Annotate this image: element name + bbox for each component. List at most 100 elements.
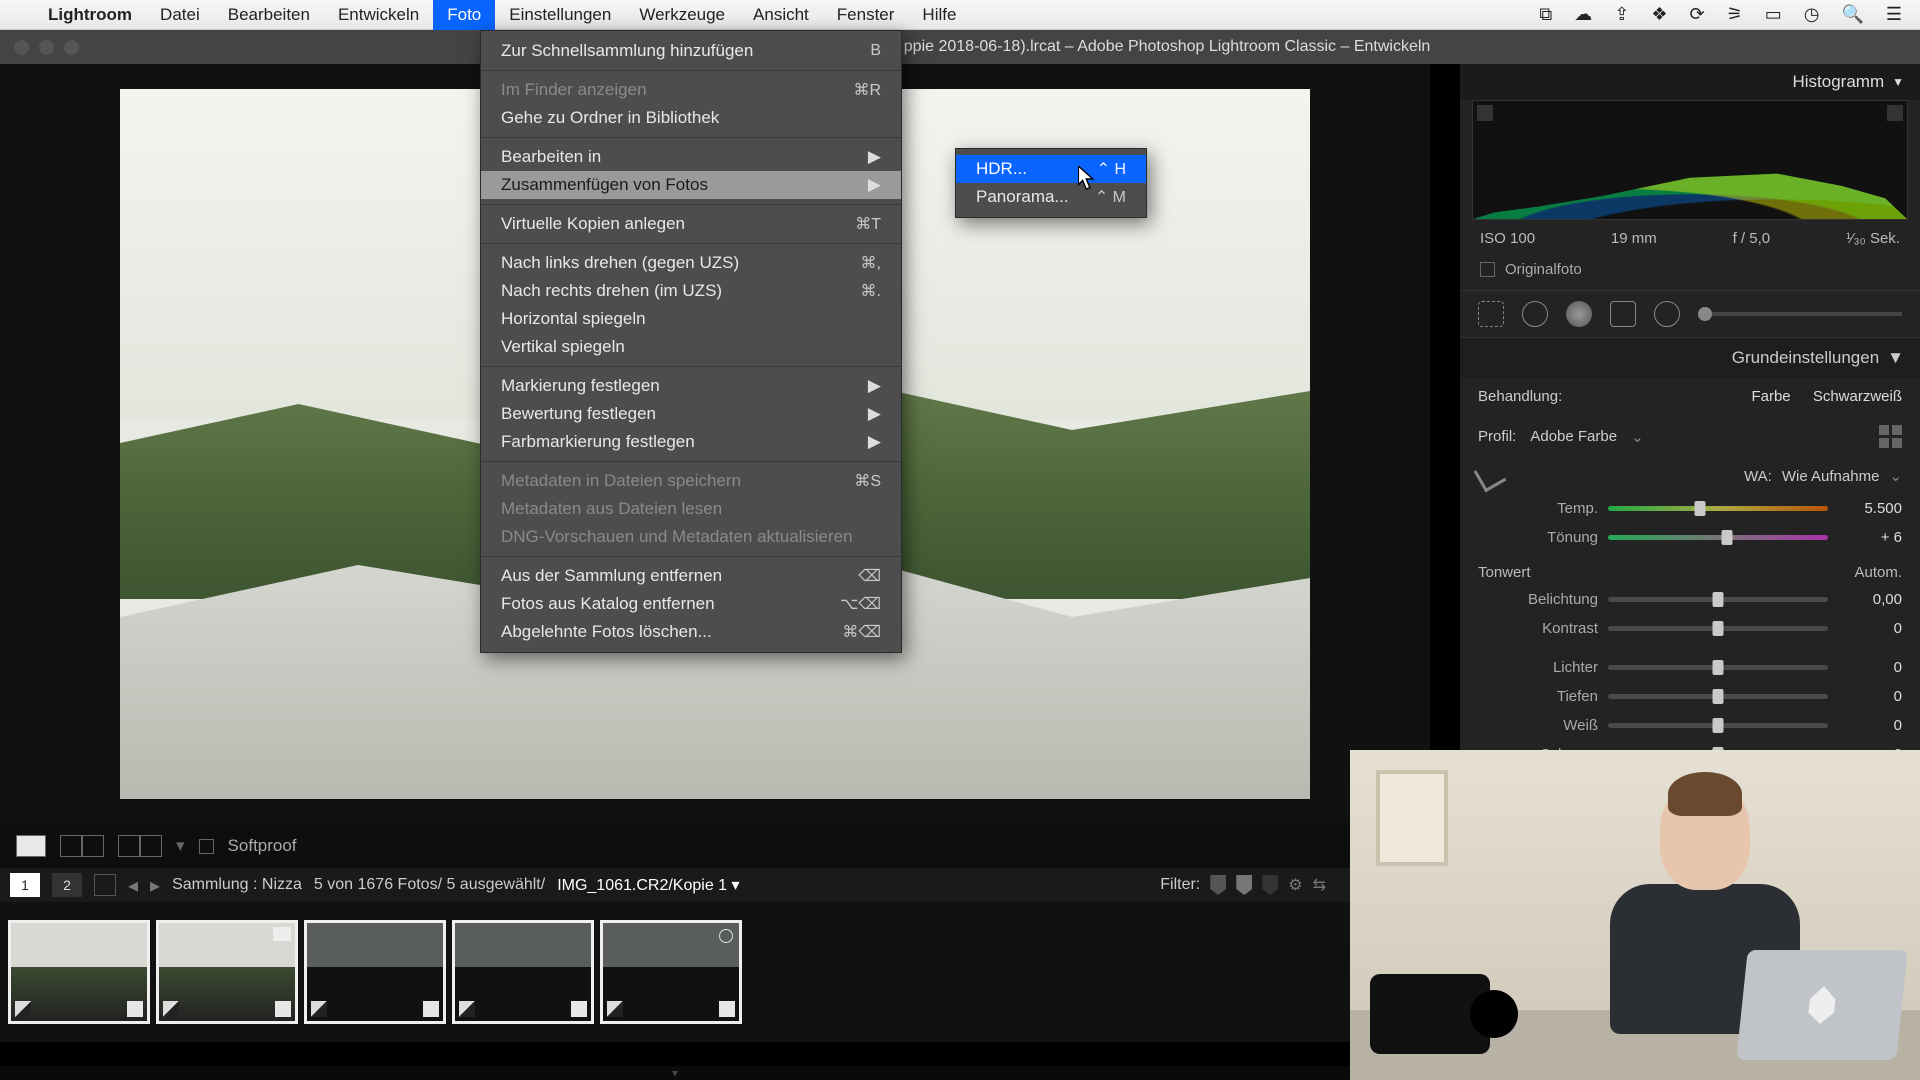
filmstrip-thumb[interactable]	[452, 920, 594, 1024]
highlight-clipping-icon[interactable]	[1887, 105, 1903, 121]
nav-fwd-button[interactable]: ▸	[150, 873, 160, 898]
filter-lock-icon[interactable]: ⇆	[1313, 875, 1326, 895]
softproof-checkbox[interactable]	[199, 839, 214, 854]
filmstrip-thumb[interactable]	[156, 920, 298, 1024]
shadow-clipping-icon[interactable]	[1477, 105, 1493, 121]
clock-icon[interactable]: ◷	[1804, 4, 1820, 25]
profile-label: Profil:	[1478, 428, 1516, 445]
flag-pick-filter[interactable]	[1210, 875, 1226, 895]
menu-item[interactable]: Nach rechts drehen (im UZS)⌘.	[481, 277, 901, 305]
filmstrip-thumb[interactable]	[8, 920, 150, 1024]
minimize-window-button[interactable]	[39, 40, 54, 55]
radial-tool-icon[interactable]	[1654, 301, 1680, 327]
close-window-button[interactable]	[14, 40, 29, 55]
whites-slider[interactable]	[1608, 723, 1828, 728]
originalfoto-checkbox[interactable]	[1480, 262, 1495, 277]
collection-path[interactable]: Sammlung : Nizza	[172, 876, 302, 894]
tray-icon[interactable]: ⇪	[1614, 4, 1629, 25]
mask-slider[interactable]	[1698, 312, 1902, 316]
before-after-lr-button[interactable]	[60, 835, 82, 857]
treatment-color[interactable]: Farbe	[1751, 388, 1790, 405]
basic-panel-header[interactable]: Grundeinstellungen▼	[1460, 338, 1920, 378]
treatment-bw[interactable]: Schwarzweiß	[1813, 388, 1902, 405]
monitor-2-button[interactable]: 2	[52, 873, 82, 897]
flag-reject-filter[interactable]	[1262, 875, 1278, 895]
menubar-item-werkzeuge[interactable]: Werkzeuge	[625, 0, 739, 30]
highlights-slider[interactable]	[1608, 665, 1828, 670]
menubar-item-einstellungen[interactable]: Einstellungen	[495, 0, 625, 30]
menu-item[interactable]: Zur Schnellsammlung hinzufügenB	[481, 37, 901, 65]
tray-icon[interactable]: ❖	[1651, 4, 1667, 25]
menubar-item-foto[interactable]: Foto	[433, 0, 495, 30]
tint-slider[interactable]	[1608, 535, 1828, 540]
crop-tool-icon[interactable]	[1478, 301, 1504, 327]
menubar-item-entwickeln[interactable]: Entwickeln	[324, 0, 433, 30]
exposure-slider[interactable]	[1608, 597, 1828, 602]
nav-back-button[interactable]: ◂	[128, 873, 138, 898]
menubar-item-ansicht[interactable]: Ansicht	[739, 0, 823, 30]
before-after-tb-button[interactable]	[82, 835, 104, 857]
menu-item[interactable]: Nach links drehen (gegen UZS)⌘,	[481, 249, 901, 277]
spotlight-icon[interactable]: 🔍	[1841, 4, 1863, 25]
grid-view-icon[interactable]	[94, 874, 116, 896]
menu-item[interactable]: Virtuelle Kopien anlegen⌘T	[481, 210, 901, 238]
menu-item[interactable]: Farbmarkierung festlegen▶	[481, 428, 901, 456]
filter-options-icon[interactable]: ⚙	[1288, 875, 1302, 895]
menu-item: Im Finder anzeigen⌘R	[481, 76, 901, 104]
submenu-item[interactable]: Panorama...⌃ M	[956, 183, 1146, 211]
grad-tool-icon[interactable]	[1610, 301, 1636, 327]
hamburger-icon[interactable]: ☰	[1886, 4, 1902, 25]
swap-button[interactable]	[118, 835, 140, 857]
filmstrip-thumb[interactable]	[600, 920, 742, 1024]
spot-tool-icon[interactable]	[1522, 301, 1548, 327]
menu-item[interactable]: Zusammenfügen von Fotos▶	[481, 171, 901, 199]
contrast-slider[interactable]	[1608, 626, 1828, 631]
wb-preset-dropdown[interactable]: Wie Aufnahme	[1782, 468, 1880, 485]
submenu-item[interactable]: HDR...⌃ H	[956, 155, 1146, 183]
battery-icon[interactable]: ▭	[1765, 4, 1782, 25]
menu-item[interactable]: Bewertung festlegen▶	[481, 400, 901, 428]
filmstrip-thumb[interactable]	[304, 920, 446, 1024]
wifi-icon[interactable]: ⚞	[1727, 4, 1743, 25]
menubar-item-datei[interactable]: Datei	[146, 0, 214, 30]
menubar-item-bearbeiten[interactable]: Bearbeiten	[214, 0, 324, 30]
profile-value[interactable]: Adobe Farbe	[1530, 428, 1617, 445]
menu-item[interactable]: Aus der Sammlung entfernen⌫	[481, 562, 901, 590]
profile-browser-icon[interactable]	[1879, 425, 1902, 448]
picture-frame	[1376, 770, 1448, 866]
menu-item[interactable]: Horizontal spiegeln	[481, 305, 901, 333]
submenu-arrow-icon: ▶	[868, 147, 881, 167]
originalfoto-label: Originalfoto	[1505, 261, 1582, 278]
current-file[interactable]: IMG_1061.CR2/Kopie 1 ▾	[557, 875, 739, 895]
tray-icon[interactable]: ⟳	[1689, 4, 1704, 25]
menubar-item-hilfe[interactable]: Hilfe	[908, 0, 970, 30]
menu-item: DNG-Vorschauen und Metadaten aktualisier…	[481, 523, 901, 551]
loupe-view-button[interactable]	[16, 835, 46, 857]
shadows-slider[interactable]	[1608, 694, 1828, 699]
develop-toolbar: ▾ Softproof	[0, 824, 1350, 868]
tray-icon[interactable]: ☁	[1574, 4, 1592, 25]
app-name[interactable]: Lightroom	[34, 5, 146, 25]
redeye-tool-icon[interactable]	[1566, 301, 1592, 327]
menu-item[interactable]: Abgelehnte Fotos löschen...⌘⌫	[481, 618, 901, 646]
temp-slider[interactable]	[1608, 506, 1828, 511]
histogram-panel-header[interactable]: Histogramm▼	[1460, 64, 1920, 100]
zoom-window-button[interactable]	[64, 40, 79, 55]
auto-tone-button[interactable]: Autom.	[1854, 564, 1902, 581]
flag-unflag-filter[interactable]	[1236, 875, 1252, 895]
menu-item[interactable]: Fotos aus Katalog entfernen⌥⌫	[481, 590, 901, 618]
filmstrip-grabber[interactable]: ▾	[0, 1066, 1350, 1080]
copy-button[interactable]	[140, 835, 162, 857]
monitor-1-button[interactable]: 1	[10, 873, 40, 897]
menu-item[interactable]: Markierung festlegen▶	[481, 372, 901, 400]
menubar-tray: ⧉ ☁ ⇪ ❖ ⟳ ⚞ ▭ ◷ 🔍 ☰	[1539, 4, 1920, 25]
tray-icon[interactable]: ⧉	[1539, 4, 1552, 25]
wb-label: WA:	[1744, 468, 1772, 485]
menubar-item-fenster[interactable]: Fenster	[823, 0, 909, 30]
menu-item[interactable]: Gehe zu Ordner in Bibliothek	[481, 104, 901, 132]
filmstrip[interactable]	[0, 902, 1350, 1042]
histogram[interactable]	[1472, 100, 1908, 220]
wb-eyedropper-icon[interactable]	[1474, 460, 1507, 493]
menu-item[interactable]: Vertikal spiegeln	[481, 333, 901, 361]
menu-item[interactable]: Bearbeiten in▶	[481, 143, 901, 171]
